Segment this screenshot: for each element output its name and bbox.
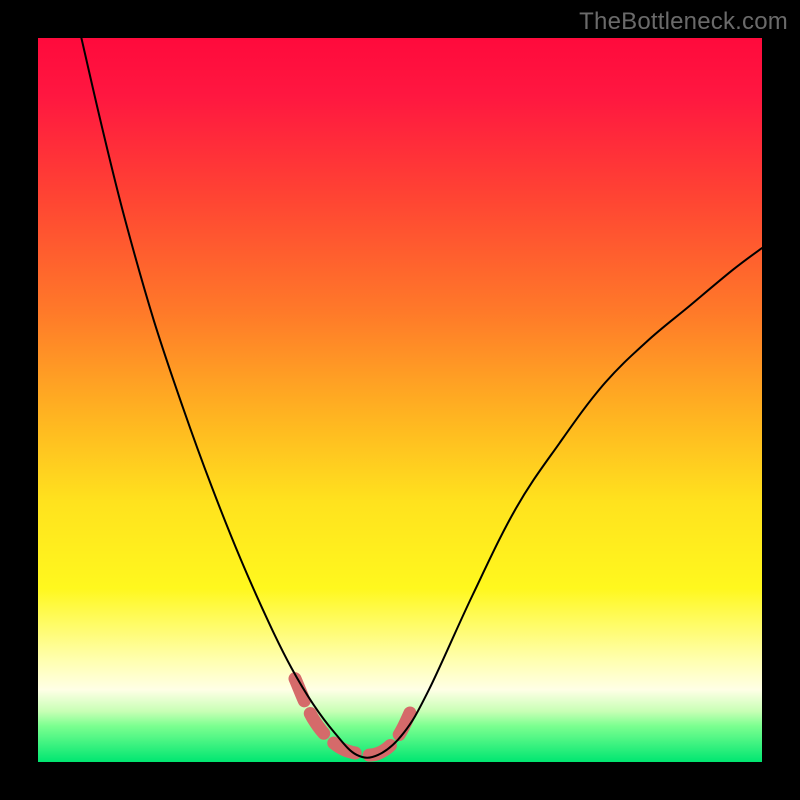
chart-stage: TheBottleneck.com xyxy=(0,0,800,800)
valley-highlight-arc xyxy=(295,679,415,755)
plot-area xyxy=(38,38,762,762)
curve-layer xyxy=(38,38,762,762)
bottleneck-curve xyxy=(81,38,762,758)
watermark-text: TheBottleneck.com xyxy=(579,8,788,36)
